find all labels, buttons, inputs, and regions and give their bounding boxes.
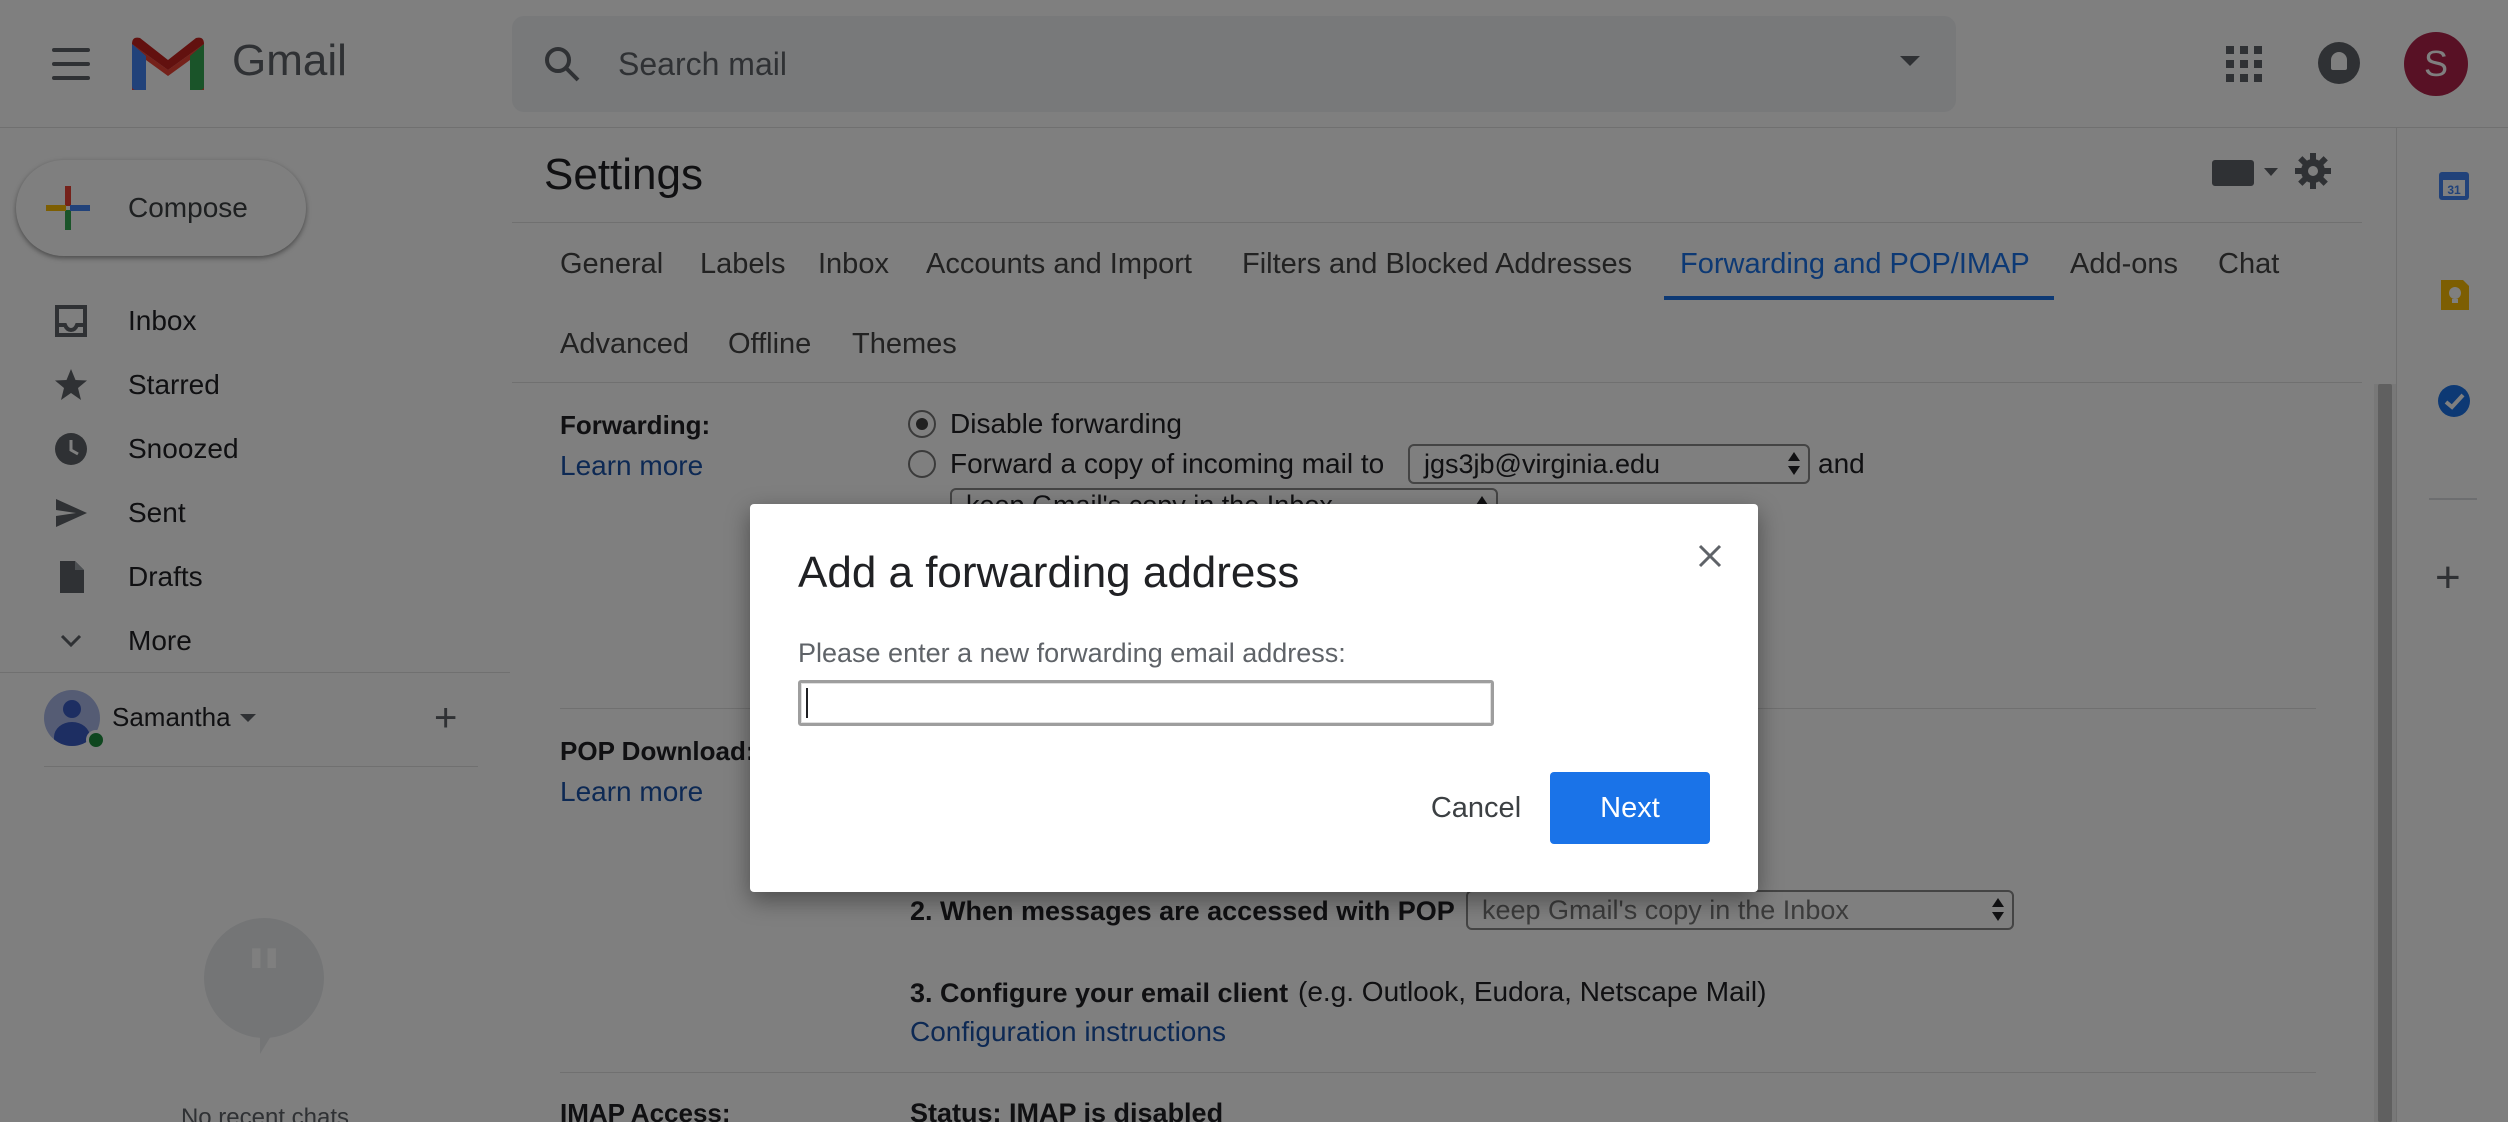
forwarding-email-input[interactable] — [798, 680, 1494, 726]
dialog-prompt: Please enter a new forwarding email addr… — [798, 638, 1346, 668]
text-cursor — [806, 688, 808, 718]
dialog-title: Add a forwarding address — [798, 548, 1300, 597]
cancel-button[interactable]: Cancel — [1390, 772, 1562, 844]
add-forwarding-address-dialog: Add a forwarding address Please enter a … — [750, 504, 1758, 892]
close-icon[interactable] — [1690, 536, 1730, 576]
next-button[interactable]: Next — [1550, 772, 1710, 844]
